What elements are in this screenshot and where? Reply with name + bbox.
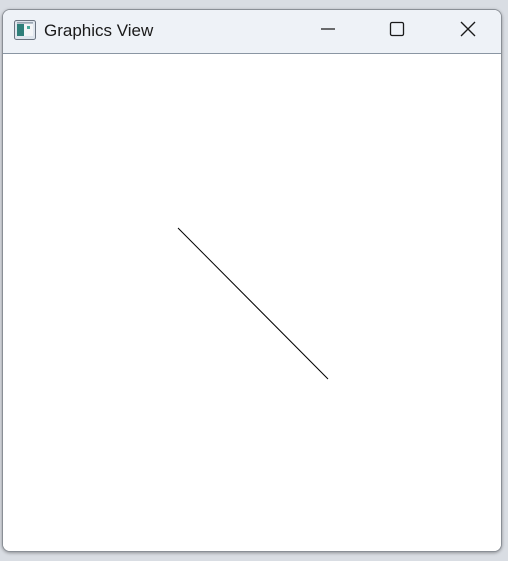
maximize-icon	[389, 21, 405, 42]
graphics-view-canvas[interactable]	[3, 54, 501, 551]
minimize-button[interactable]	[305, 10, 351, 52]
minimize-icon	[320, 21, 336, 42]
close-button[interactable]	[445, 10, 491, 52]
app-window-icon	[14, 20, 36, 40]
maximize-button[interactable]	[374, 10, 420, 52]
main-window: Graphics View	[2, 9, 502, 552]
window-title: Graphics View	[44, 21, 154, 40]
title-bar[interactable]: Graphics View	[3, 10, 501, 54]
scene-line-item[interactable]	[177, 227, 329, 380]
close-icon	[459, 20, 477, 43]
scene-svg	[177, 227, 329, 380]
